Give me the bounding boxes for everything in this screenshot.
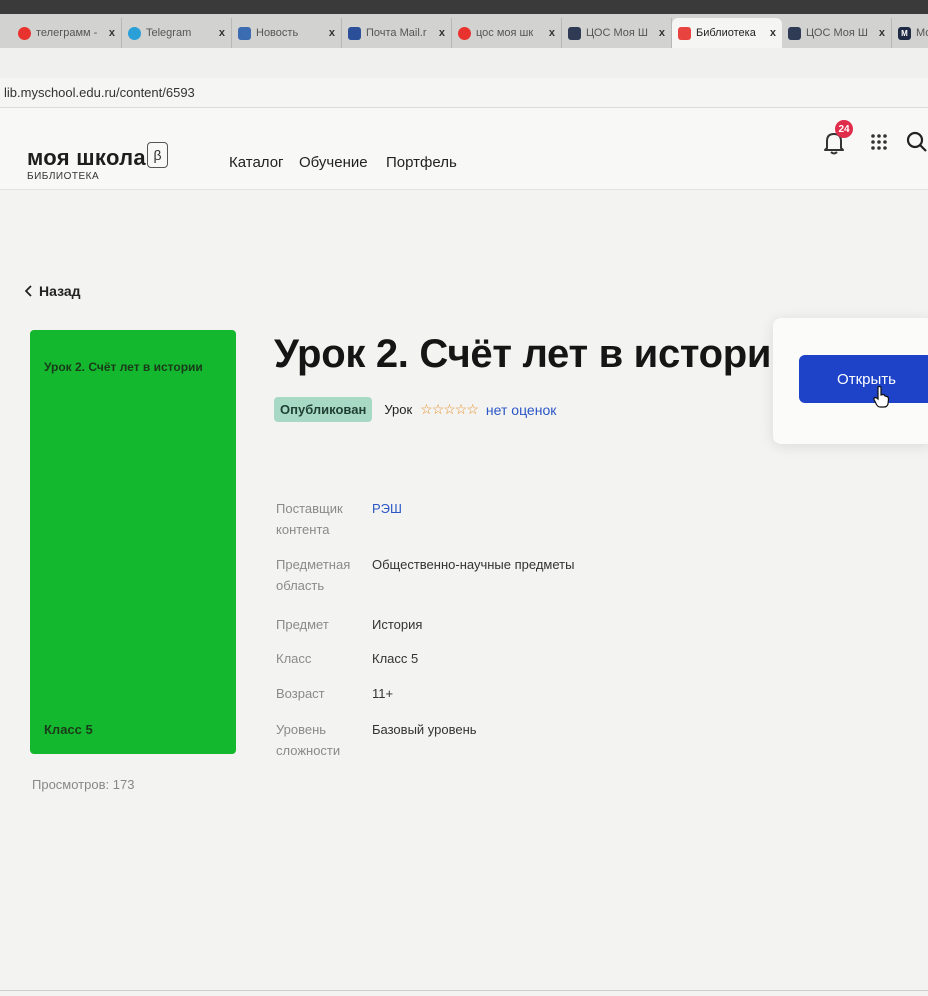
dark-icon [788, 26, 801, 40]
chevron-left-icon [25, 285, 32, 297]
tab-label: ЦОС Моя Ш [586, 27, 648, 39]
tab-news[interactable]: Новость x [232, 18, 342, 48]
rating-stars-icon[interactable]: ☆☆☆☆☆ [420, 401, 479, 418]
browser-toolbar [0, 48, 928, 78]
back-label: Назад [39, 283, 81, 299]
telegram-icon [128, 26, 141, 40]
logo-subtitle: БИБЛИОТЕКА [27, 171, 100, 182]
library-icon [678, 26, 691, 40]
back-link[interactable]: Назад [25, 283, 81, 299]
close-icon[interactable]: x [109, 27, 115, 39]
cover-title: Урок 2. Счёт лет в истории [44, 360, 203, 374]
property-key: Поставщик контента [276, 501, 343, 537]
page-title: Урок 2. Счёт лет в истории [274, 332, 796, 376]
meta-row: Опубликован Урок ☆☆☆☆☆ нет оценок [274, 397, 556, 422]
views-count: Просмотров: 173 [32, 777, 135, 792]
property-value: Общественно-научные предметы [372, 557, 575, 572]
yandex-icon [18, 26, 31, 40]
action-card: Открыть [773, 318, 928, 444]
close-icon[interactable]: x [549, 27, 555, 39]
tab-cos-1[interactable]: ЦОС Моя Ш x [562, 18, 672, 48]
beta-badge: β [147, 142, 168, 168]
site-header: моя школа β БИБЛИОТЕКА Каталог Обучение … [0, 108, 928, 190]
tab-label: Библиотека [696, 27, 756, 39]
dark-icon [568, 26, 581, 40]
browser-frame [0, 0, 928, 14]
close-icon[interactable]: x [879, 27, 885, 39]
tab-label: Почта Mail.r [366, 27, 427, 39]
close-icon[interactable]: x [329, 27, 335, 39]
yandex-icon [458, 26, 471, 40]
notification-badge: 24 [835, 120, 853, 138]
nav-learning[interactable]: Обучение [299, 154, 368, 171]
url-text[interactable]: lib.myschool.edu.ru/content/6593 [4, 85, 195, 100]
tab-my[interactable]: M Моя [892, 18, 928, 48]
close-icon[interactable]: x [770, 27, 776, 39]
nav-portfolio[interactable]: Портфель [386, 154, 457, 171]
close-icon[interactable]: x [659, 27, 665, 39]
property-key: Класс [276, 651, 312, 666]
tab-mail[interactable]: Почта Mail.r x [342, 18, 452, 48]
property-key: Уровень сложности [276, 722, 341, 758]
tab-label: Новость [256, 27, 299, 39]
site-logo[interactable]: моя школа [27, 145, 146, 171]
vk-icon [238, 26, 251, 40]
tab-label: Моя [916, 27, 928, 39]
screen: телеграмм - x Telegram x Новость x Почта… [0, 0, 928, 996]
m-icon: M [898, 26, 911, 40]
close-icon[interactable]: x [439, 27, 445, 39]
tab-cos-2[interactable]: ЦОС Моя Ш x [782, 18, 892, 48]
mail-icon [348, 26, 361, 40]
search-icon[interactable] [905, 130, 928, 154]
property-value-link[interactable]: РЭШ [372, 498, 692, 519]
property-value: 11+ [372, 686, 394, 701]
tab-label: цос моя шк [476, 27, 534, 39]
tab-cos-search[interactable]: цос моя шк x [452, 18, 562, 48]
close-icon[interactable]: x [219, 27, 225, 39]
open-button[interactable]: Открыть [799, 355, 928, 403]
property-key: Предметная область [276, 557, 351, 593]
tab-telegram[interactable]: Telegram x [122, 18, 232, 48]
hand-cursor-icon [873, 385, 890, 408]
property-value: Класс 5 [372, 651, 419, 666]
property-key: Возраст [276, 686, 325, 701]
ratings-link[interactable]: нет оценок [486, 402, 556, 418]
property-value: Базовый уровень [372, 722, 477, 737]
cover-grade: Класс 5 [44, 722, 93, 737]
apps-grid-icon[interactable] [870, 133, 888, 151]
tab-label: телеграмм - [36, 27, 98, 39]
property-value: История [372, 617, 423, 632]
content-type: Урок [384, 402, 413, 417]
tab-label: Telegram [146, 27, 192, 39]
address-bar[interactable]: lib.myschool.edu.ru/content/6593 [0, 78, 928, 108]
nav-catalog[interactable]: Каталог [229, 154, 284, 171]
tab-library[interactable]: Библиотека x [672, 18, 782, 48]
tab-bar: телеграмм - x Telegram x Новость x Почта… [0, 14, 928, 48]
property-key: Предмет [276, 617, 329, 632]
page-divider [0, 990, 928, 991]
lesson-cover[interactable]: Урок 2. Счёт лет в истории Класс 5 [30, 330, 236, 754]
status-badge: Опубликован [274, 397, 373, 422]
tab-label: ЦОС Моя Ш [806, 27, 868, 39]
tab-telegram-search[interactable]: телеграмм - x [12, 18, 122, 48]
